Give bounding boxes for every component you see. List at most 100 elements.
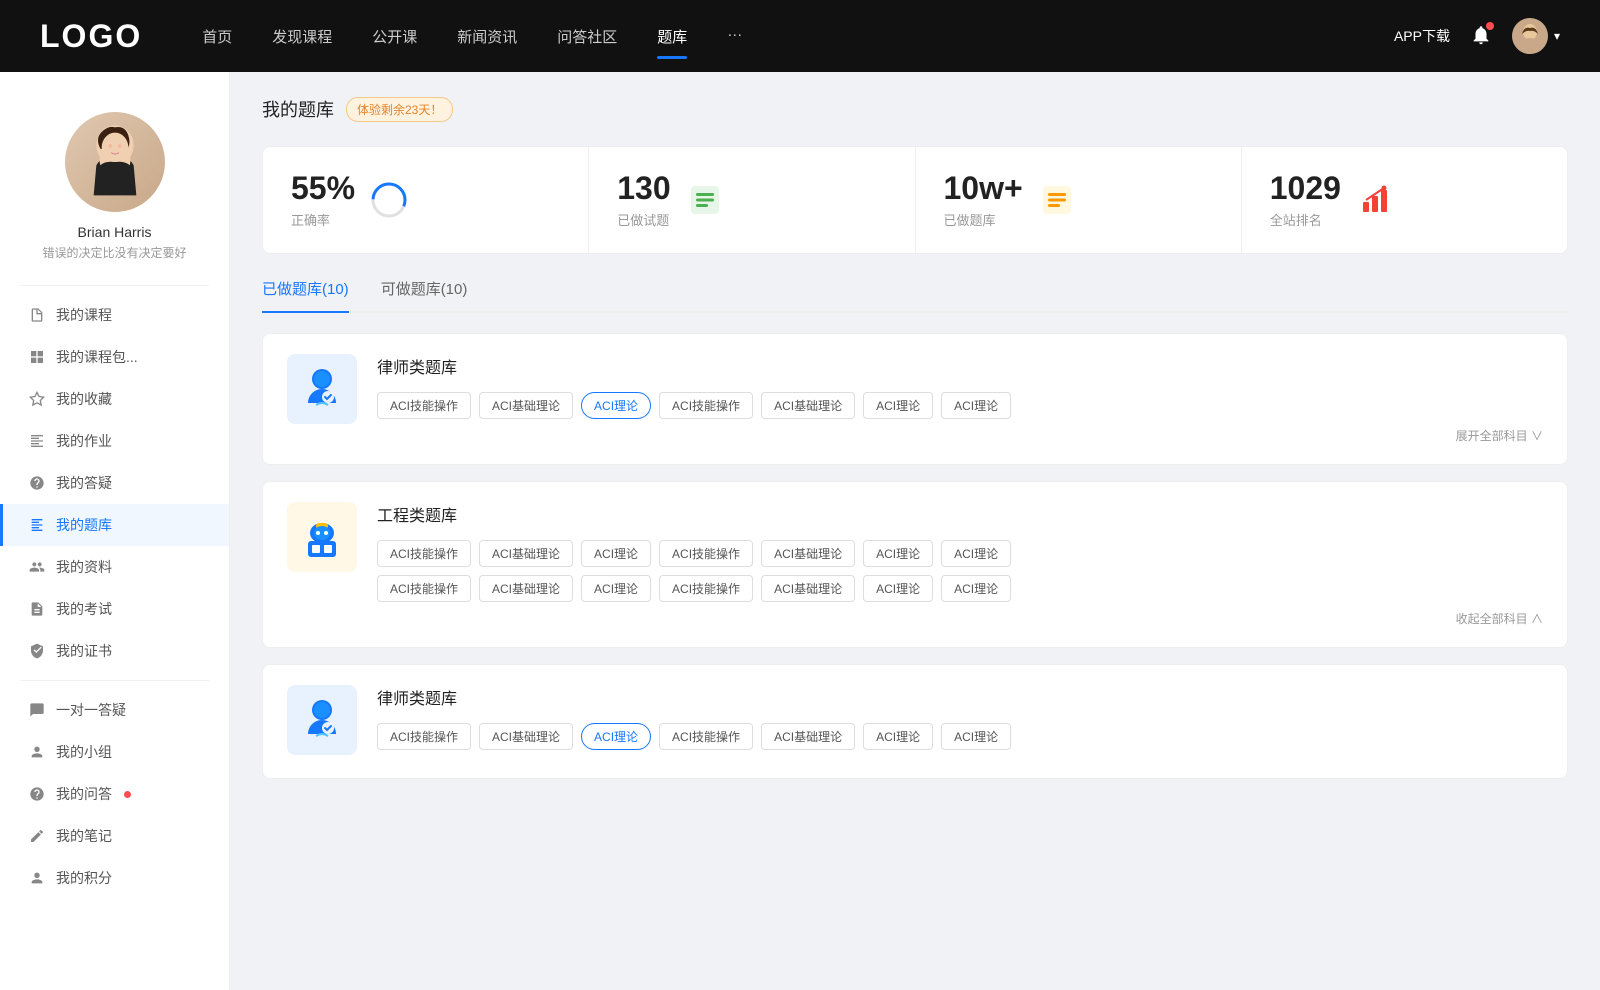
sidebar-item-exam[interactable]: 我的考试 (0, 588, 229, 630)
homework-icon (28, 432, 46, 450)
navbar-right: APP下载 ▾ (1394, 18, 1560, 54)
sidebar-item-label-qa: 我的答疑 (56, 473, 112, 493)
cert-icon (28, 642, 46, 660)
tag-2-r1-4[interactable]: ACI基础理论 (761, 540, 855, 567)
tag-1-5[interactable]: ACI理论 (863, 392, 933, 419)
sidebar-item-label-homework: 我的作业 (56, 431, 112, 451)
lawyer-icon-1 (298, 365, 346, 413)
qbank-card-2: 工程类题库 ACI技能操作 ACI基础理论 ACI理论 ACI技能操作 ACI基… (262, 481, 1568, 648)
tag-2-r2-2[interactable]: ACI理论 (581, 575, 651, 602)
points-icon (28, 869, 46, 887)
main-content: 我的题库 体验剩余23天！ 55% 正确率 (230, 72, 1600, 990)
courses-icon (28, 306, 46, 324)
tag-3-5[interactable]: ACI理论 (863, 723, 933, 750)
myqa-red-dot (124, 791, 131, 798)
tag-1-4[interactable]: ACI基础理论 (761, 392, 855, 419)
sidebar: Brian Harris 错误的决定比没有决定要好 我的课程 我的课程包... (0, 72, 230, 990)
nav-qbank[interactable]: 题库 (657, 18, 687, 55)
profile-avatar (65, 112, 165, 212)
page-header: 我的题库 体验剩余23天！ (262, 96, 1568, 122)
stat-done-b-icon (1039, 182, 1075, 218)
tag-2-r1-0[interactable]: ACI技能操作 (377, 540, 471, 567)
app-download-button[interactable]: APP下载 (1394, 26, 1450, 46)
list-orange-icon (1041, 184, 1073, 216)
tag-2-r2-0[interactable]: ACI技能操作 (377, 575, 471, 602)
stat-done-b-label: 已做题库 (944, 210, 1023, 229)
stats-row: 55% 正确率 130 已做试题 (262, 146, 1568, 254)
nav-news[interactable]: 新闻资讯 (457, 18, 517, 55)
sidebar-item-qa[interactable]: 我的答疑 (0, 462, 229, 504)
tag-2-r2-6[interactable]: ACI理论 (941, 575, 1011, 602)
stat-accuracy: 55% 正确率 (263, 147, 589, 253)
tag-3-4[interactable]: ACI基础理论 (761, 723, 855, 750)
main-layout: Brian Harris 错误的决定比没有决定要好 我的课程 我的课程包... (0, 72, 1600, 990)
nav-home[interactable]: 首页 (202, 18, 232, 55)
sidebar-item-points[interactable]: 我的积分 (0, 857, 229, 899)
course-pkg-icon (28, 348, 46, 366)
stat-done-q-value: 130 (617, 171, 670, 206)
tag-1-2[interactable]: ACI理论 (581, 392, 651, 419)
tag-1-6[interactable]: ACI理论 (941, 392, 1011, 419)
stat-rank-icon (1357, 182, 1393, 218)
tab-done-banks[interactable]: 已做题库(10) (262, 278, 349, 311)
collapse-btn-2[interactable]: 收起全部科目 ∧ (377, 610, 1543, 627)
tag-1-3[interactable]: ACI技能操作 (659, 392, 753, 419)
tag-2-r2-4[interactable]: ACI基础理论 (761, 575, 855, 602)
profile-name: Brian Harris (78, 224, 152, 240)
tag-2-r1-6[interactable]: ACI理论 (941, 540, 1011, 567)
sidebar-profile: Brian Harris 错误的决定比没有决定要好 (0, 92, 229, 277)
tabs-row: 已做题库(10) 可做题库(10) (262, 278, 1568, 313)
qbank-tags-2-row1: ACI技能操作 ACI基础理论 ACI理论 ACI技能操作 ACI基础理论 AC… (377, 540, 1543, 567)
sidebar-item-course-pkg[interactable]: 我的课程包... (0, 336, 229, 378)
tag-2-r2-3[interactable]: ACI技能操作 (659, 575, 753, 602)
sidebar-item-courses[interactable]: 我的课程 (0, 294, 229, 336)
sidebar-item-groups[interactable]: 我的小组 (0, 731, 229, 773)
nav-discover[interactable]: 发现课程 (272, 18, 332, 55)
list-green-icon (689, 184, 721, 216)
sidebar-item-profile[interactable]: 我的资料 (0, 546, 229, 588)
tag-1-1[interactable]: ACI基础理论 (479, 392, 573, 419)
sidebar-item-qbank[interactable]: 我的题库 (0, 504, 229, 546)
nav-opencourse[interactable]: 公开课 (372, 18, 417, 55)
qbank-card-1: 律师类题库 ACI技能操作 ACI基础理论 ACI理论 ACI技能操作 ACI基… (262, 333, 1568, 465)
sidebar-item-label-notes: 我的笔记 (56, 826, 112, 846)
sidebar-item-label-points: 我的积分 (56, 868, 112, 888)
user-avatar-wrap[interactable]: ▾ (1512, 18, 1560, 54)
sidebar-item-notes[interactable]: 我的笔记 (0, 815, 229, 857)
sidebar-item-myqa[interactable]: 我的问答 (0, 773, 229, 815)
tag-2-r1-3[interactable]: ACI技能操作 (659, 540, 753, 567)
navbar: LOGO 首页 发现课程 公开课 新闻资讯 问答社区 题库 ··· APP下载 (0, 0, 1600, 72)
avatar-image (1512, 18, 1548, 54)
stat-done-banks: 10w+ 已做题库 (916, 147, 1242, 253)
tag-2-r2-5[interactable]: ACI理论 (863, 575, 933, 602)
sidebar-item-favorites[interactable]: 我的收藏 (0, 378, 229, 420)
nav-more[interactable]: ··· (727, 18, 742, 55)
nav-qa[interactable]: 问答社区 (557, 18, 617, 55)
notification-bell[interactable] (1470, 24, 1492, 49)
profile-image (75, 122, 155, 202)
qbank-title-3: 律师类题库 (377, 685, 1543, 709)
tag-3-6[interactable]: ACI理论 (941, 723, 1011, 750)
tag-2-r1-5[interactable]: ACI理论 (863, 540, 933, 567)
sidebar-item-homework[interactable]: 我的作业 (0, 420, 229, 462)
sidebar-item-label-groups: 我的小组 (56, 742, 112, 762)
tag-3-3[interactable]: ACI技能操作 (659, 723, 753, 750)
tab-available-banks[interactable]: 可做题库(10) (381, 278, 468, 311)
tag-3-1[interactable]: ACI基础理论 (479, 723, 573, 750)
expand-btn-1[interactable]: 展开全部科目 ∨ (377, 427, 1543, 444)
exam-icon (28, 600, 46, 618)
tag-2-r1-2[interactable]: ACI理论 (581, 540, 651, 567)
engineer-icon (298, 513, 346, 561)
user-avatar (1512, 18, 1548, 54)
tag-3-2[interactable]: ACI理论 (581, 723, 651, 750)
tag-2-r2-1[interactable]: ACI基础理论 (479, 575, 573, 602)
sidebar-item-cert[interactable]: 我的证书 (0, 630, 229, 672)
tag-1-0[interactable]: ACI技能操作 (377, 392, 471, 419)
stat-accuracy-value: 55% (291, 171, 355, 206)
nav-menu: 首页 发现课程 公开课 新闻资讯 问答社区 题库 ··· (202, 18, 1394, 55)
tag-3-0[interactable]: ACI技能操作 (377, 723, 471, 750)
sidebar-item-1on1[interactable]: 一对一答疑 (0, 689, 229, 731)
myqa-icon (28, 785, 46, 803)
tag-2-r1-1[interactable]: ACI基础理论 (479, 540, 573, 567)
qbank-title-1: 律师类题库 (377, 354, 1543, 378)
